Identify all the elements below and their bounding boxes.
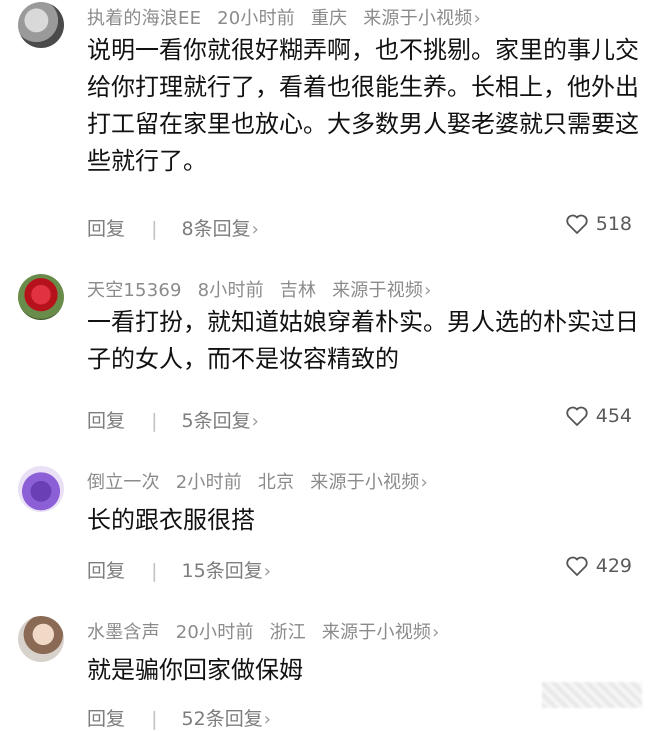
comment-text: 说明一看你就很好糊弄啊，也不挑剔。家里的事儿交给你打理就行了，看着也很能生养。长… — [87, 36, 639, 175]
comment-location: 重庆 — [310, 8, 348, 29]
view-replies-button[interactable]: 52条回复› — [182, 708, 271, 730]
watermark — [542, 682, 642, 708]
username[interactable]: 水墨含声 — [87, 622, 160, 643]
comment-meta: 倒立一次 2小时前 北京 来源于小视频› — [87, 468, 448, 494]
like-button[interactable]: 518 — [565, 213, 632, 235]
chevron-right-icon: › — [424, 280, 432, 301]
view-replies-button[interactable]: 5条回复› — [182, 410, 259, 432]
comment-time: 2小时前 — [175, 472, 242, 493]
comment-text: 一看打扮，就知道姑娘穿着朴实。男人选的朴实过日子的女人，而不是妆容精致的 — [87, 308, 639, 373]
avatar[interactable] — [18, 466, 64, 512]
heart-icon — [566, 406, 588, 426]
heart-icon — [566, 556, 588, 576]
comment-actions: 回复 | 52条回复› — [87, 704, 271, 731]
comment-text: 长的跟衣服很搭 — [87, 506, 255, 534]
comment-actions: 回复 | 15条回复› — [87, 556, 271, 583]
avatar[interactable] — [18, 2, 64, 48]
like-count: 518 — [595, 213, 632, 235]
comment-source[interactable]: 来源于小视频› — [310, 472, 438, 493]
comment-actions: 回复 | 5条回复› — [87, 406, 259, 433]
comment-source[interactable]: 来源于小视频› — [322, 622, 450, 643]
chevron-right-icon: › — [432, 622, 440, 643]
like-count: 454 — [595, 405, 632, 427]
comment-time: 20小时前 — [175, 622, 254, 643]
comment-location: 北京 — [257, 472, 295, 493]
reply-button[interactable]: 回复 — [87, 708, 125, 730]
chevron-right-icon: › — [251, 219, 259, 240]
chevron-right-icon: › — [263, 709, 271, 730]
comment-time: 8小时前 — [197, 280, 264, 301]
view-replies-button[interactable]: 8条回复› — [182, 218, 259, 240]
avatar[interactable] — [18, 616, 64, 662]
username[interactable]: 天空15369 — [87, 280, 182, 301]
divider: | — [151, 410, 158, 432]
chevron-right-icon: › — [473, 8, 481, 29]
like-count: 429 — [595, 555, 632, 577]
comment-location: 浙江 — [269, 622, 306, 643]
username[interactable]: 执着的海浪EE — [87, 8, 201, 29]
comment-source[interactable]: 来源于小视频› — [363, 8, 491, 29]
comment-actions: 回复 | 8条回复› — [87, 214, 259, 241]
comment-meta: 天空15369 8小时前 吉林 来源于视频› — [87, 276, 452, 302]
heart-icon — [566, 214, 588, 234]
view-replies-button[interactable]: 15条回复› — [182, 560, 271, 582]
username[interactable]: 倒立一次 — [87, 472, 160, 493]
divider: | — [151, 560, 158, 582]
chevron-right-icon: › — [420, 472, 428, 493]
comment-meta: 执着的海浪EE 20小时前 重庆 来源于小视频› — [87, 4, 501, 30]
avatar[interactable] — [18, 274, 64, 320]
comment-source[interactable]: 来源于视频› — [332, 280, 441, 301]
chevron-right-icon: › — [263, 561, 271, 582]
reply-button[interactable]: 回复 — [87, 560, 125, 582]
reply-button[interactable]: 回复 — [87, 410, 125, 432]
reply-button[interactable]: 回复 — [87, 218, 125, 240]
comment-meta: 水墨含声 20小时前 浙江 来源于小视频› — [87, 618, 460, 644]
comment-location: 吉林 — [279, 280, 317, 301]
divider: | — [151, 218, 158, 240]
comment-time: 20小时前 — [217, 8, 295, 29]
divider: | — [151, 708, 158, 730]
chevron-right-icon: › — [251, 411, 259, 432]
like-button[interactable]: 429 — [565, 555, 632, 577]
like-button[interactable]: 454 — [565, 405, 632, 427]
